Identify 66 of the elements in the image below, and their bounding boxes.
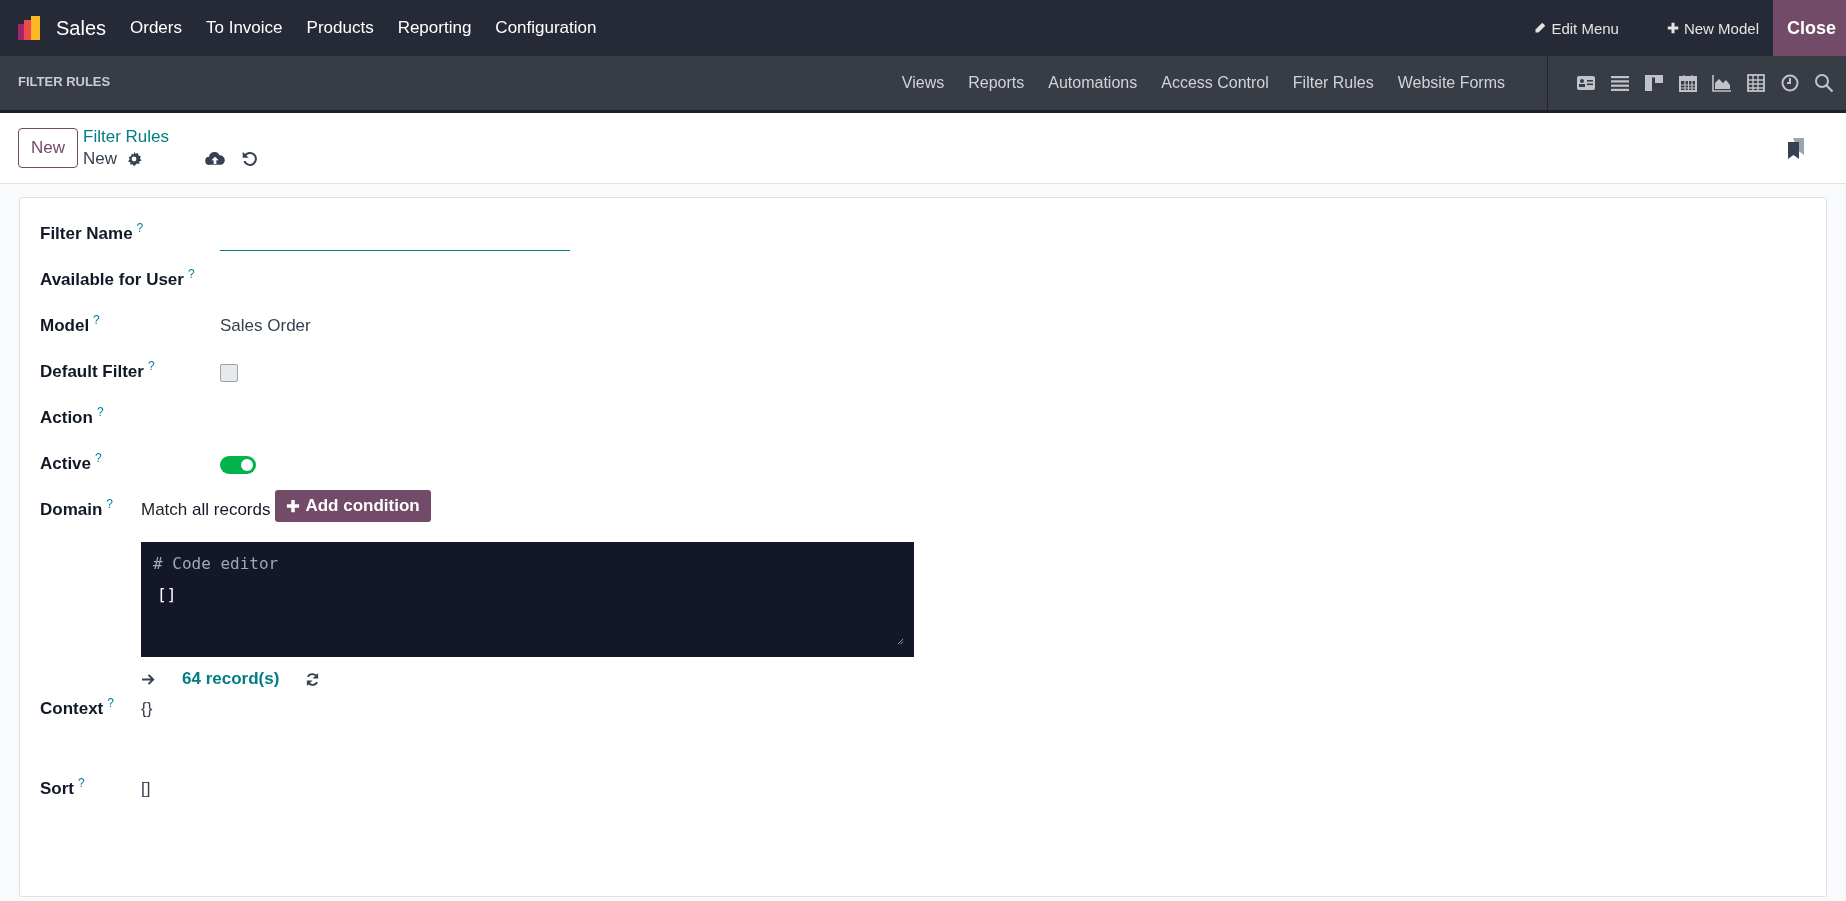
area-chart-icon[interactable] (1712, 73, 1732, 93)
field-label: Default Filter (40, 362, 144, 382)
resize-grip-icon (897, 638, 904, 645)
studio-tab[interactable]: Website Forms (1385, 74, 1517, 92)
help-tooltip[interactable]: ? (187, 267, 195, 281)
help-tooltip[interactable]: ? (78, 776, 85, 790)
cloud-upload-icon[interactable] (205, 149, 225, 167)
checkbox[interactable] (220, 364, 238, 382)
help-tooltip[interactable]: ? (147, 359, 155, 373)
refresh-icon[interactable] (305, 671, 321, 687)
toggle-switch[interactable] (220, 456, 256, 474)
menu-item[interactable]: Products (294, 18, 386, 38)
clock-icon[interactable] (1780, 73, 1800, 93)
menu-item[interactable]: Orders (118, 18, 194, 38)
code-comment: # Code editor (153, 554, 280, 573)
menu-action[interactable]: New Model (1652, 19, 1773, 37)
pencil-icon (1534, 22, 1547, 34)
arrow-right-icon (141, 672, 156, 686)
breadcrumb-link[interactable]: Filter Rules (83, 127, 169, 147)
add-condition-button[interactable]: Add condition (275, 490, 431, 522)
plus-icon (286, 499, 301, 513)
help-tooltip[interactable]: ? (136, 221, 144, 235)
undo-icon[interactable] (241, 149, 258, 167)
field-label: Model (40, 316, 90, 336)
menu-item[interactable]: Reporting (385, 18, 484, 38)
plus-icon (1666, 22, 1679, 34)
studio-tab[interactable]: Views (889, 74, 957, 92)
help-tooltip[interactable]: ? (107, 696, 114, 710)
kanban-view-icon[interactable] (1644, 73, 1664, 93)
form-view-icon[interactable] (1576, 73, 1596, 93)
help-tooltip[interactable]: ? (93, 313, 100, 327)
field-label: Domain (40, 500, 103, 520)
field-label: Filter Name (40, 224, 133, 244)
menu-item[interactable]: Configuration (483, 18, 609, 38)
code-text: [] (157, 585, 178, 604)
help-tooltip[interactable]: ? (96, 405, 104, 419)
field-label: Action (40, 408, 93, 428)
close-button[interactable]: Close (1772, 0, 1846, 56)
pivot-table-icon[interactable] (1746, 73, 1766, 93)
studio-tab[interactable]: Automations (1036, 74, 1150, 92)
record-count-link[interactable]: 64 record(s) (182, 669, 280, 689)
new-button[interactable]: New (18, 128, 78, 168)
field-label: Active (40, 454, 92, 474)
studio-tab[interactable]: Reports (956, 74, 1037, 92)
bookmarks-icon[interactable] (1786, 137, 1806, 159)
menu-item[interactable]: To Invoice (194, 18, 295, 38)
field-label: Context (40, 699, 104, 719)
calendar-icon[interactable] (1678, 73, 1698, 93)
domain-summary: Match all records (141, 499, 271, 520)
field-value: {} (141, 699, 153, 718)
menu-action[interactable]: Edit Menu (1520, 19, 1633, 37)
field-label: Sort (40, 779, 74, 799)
search-icon[interactable] (1814, 73, 1834, 93)
record-name: New (83, 149, 118, 169)
field-value: [] (141, 779, 151, 798)
code-editor[interactable]: # Code editor [] (141, 542, 914, 657)
settings-icon[interactable] (126, 151, 143, 167)
studio-tab[interactable]: Access Control (1149, 74, 1281, 92)
list-view-icon[interactable] (1610, 73, 1630, 93)
app-name[interactable]: Sales (56, 16, 107, 40)
field-label: Available for User (40, 270, 184, 290)
studio-tab[interactable]: Filter Rules (1280, 74, 1386, 92)
studio-title: FILTER RULES (18, 74, 111, 89)
field-value: Sales Order (220, 316, 311, 335)
help-tooltip[interactable]: ? (95, 451, 102, 465)
help-tooltip[interactable]: ? (106, 497, 114, 511)
